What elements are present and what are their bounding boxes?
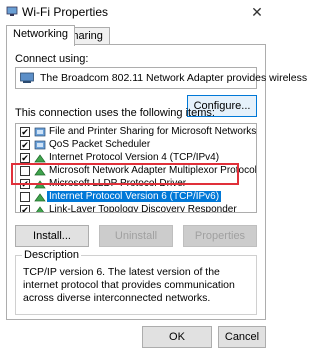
adapter-icon <box>20 72 34 83</box>
networking-panel: Connect using: The Broadcom 802.11 Netwo… <box>6 44 307 320</box>
list-item[interactable]: ✔ File and Printer Sharing for Microsoft… <box>16 126 256 139</box>
items-label: This connection uses the following items… <box>15 107 215 119</box>
service-icon <box>34 140 46 150</box>
checkbox[interactable]: ✔ <box>20 205 30 212</box>
window-title: Wi-Fi Properties <box>22 5 109 19</box>
connect-using-label: Connect using: <box>15 53 89 65</box>
service-icon <box>34 127 46 137</box>
install-button[interactable]: Install... <box>15 225 89 247</box>
item-label: Internet Protocol Version 6 (TCP/IPv6) <box>47 191 222 202</box>
description-legend: Description <box>22 249 82 261</box>
description-text: TCP/IP version 6. The latest version of … <box>23 266 235 304</box>
protocol-icon <box>34 193 46 202</box>
checkbox[interactable] <box>20 166 30 176</box>
item-label: Microsoft Network Adapter Multiplexor Pr… <box>49 165 257 176</box>
network-icon <box>6 6 18 16</box>
protocol-icon <box>35 206 45 212</box>
item-label: QoS Packet Scheduler <box>49 139 151 150</box>
item-label: Internet Protocol Version 4 (TCP/IPv4) <box>49 152 220 163</box>
title-bar: Wi-Fi Properties ✕ <box>0 0 272 24</box>
protocol-icon <box>34 154 46 163</box>
list-item[interactable]: ✔ Internet Protocol Version 4 (TCP/IPv4) <box>16 152 256 165</box>
checkbox[interactable]: ✔ <box>20 140 30 150</box>
checkbox[interactable] <box>20 192 30 202</box>
adapter-name: The Broadcom 802.11 Network Adapter prov… <box>40 72 308 84</box>
item-label: Microsoft LLDP Protocol Driver <box>49 178 187 189</box>
list-item-selected[interactable]: Internet Protocol Version 6 (TCP/IPv6) <box>16 191 256 204</box>
cancel-button[interactable]: Cancel <box>218 326 266 348</box>
protocol-icon <box>34 180 46 189</box>
checkbox[interactable]: ✔ <box>20 127 30 137</box>
list-item[interactable]: ✔ Link-Layer Topology Discovery Responde… <box>16 204 256 213</box>
tab-networking[interactable]: Networking <box>6 25 76 46</box>
close-button[interactable]: ✕ <box>246 2 268 22</box>
item-label: File and Printer Sharing for Microsoft N… <box>49 126 257 137</box>
list-item[interactable]: ✔ QoS Packet Scheduler <box>16 139 256 152</box>
uninstall-button[interactable]: Uninstall <box>99 225 173 247</box>
description-group: Description TCP/IP version 6. The latest… <box>15 249 257 315</box>
checkbox[interactable]: ✔ <box>20 179 30 189</box>
checkbox[interactable]: ✔ <box>20 153 30 163</box>
item-label: Link-Layer Topology Discovery Responder <box>49 204 237 213</box>
list-item[interactable]: Microsoft Network Adapter Multiplexor Pr… <box>16 165 256 178</box>
protocol-icon <box>34 167 46 176</box>
ok-button[interactable]: OK <box>142 326 212 348</box>
components-list[interactable]: ✔ File and Printer Sharing for Microsoft… <box>15 123 257 213</box>
adapter-field: The Broadcom 802.11 Network Adapter prov… <box>15 67 307 89</box>
properties-button[interactable]: Properties <box>183 225 257 247</box>
list-item[interactable]: ✔ Microsoft LLDP Protocol Driver <box>16 178 256 191</box>
